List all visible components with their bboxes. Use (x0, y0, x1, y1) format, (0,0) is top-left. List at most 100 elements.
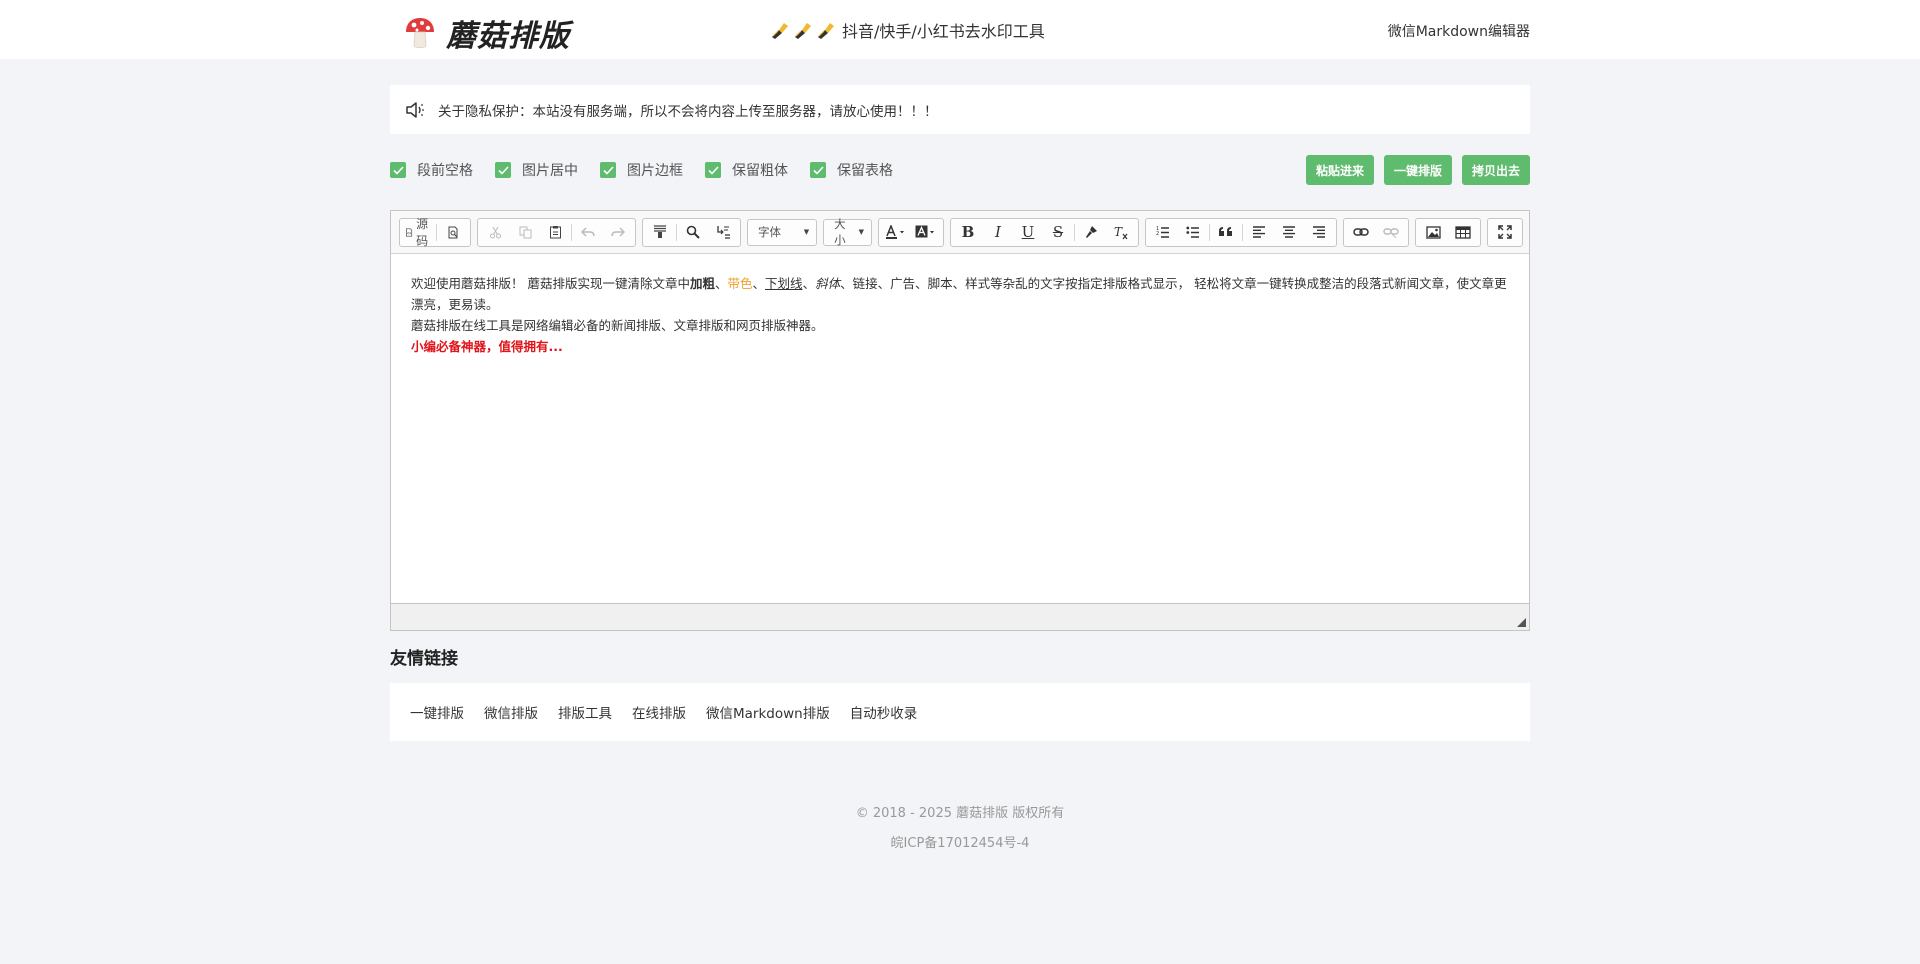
clear-format-icon: T (1114, 225, 1128, 239)
friend-link[interactable]: 微信排版 (484, 702, 538, 722)
link-button[interactable] (1346, 221, 1376, 244)
format-options: 段前空格 图片居中 图片边框 保留粗体 保留表格 (390, 160, 915, 180)
find-button[interactable] (678, 221, 708, 244)
svg-text:T: T (1114, 225, 1123, 239)
option-image-border[interactable]: 图片边框 (600, 160, 683, 180)
privacy-notice: 关于隐私保护：本站没有服务端，所以不会将内容上传至服务器，请放心使用！！！ (390, 85, 1530, 134)
paintbrush-icon (1086, 226, 1097, 238)
friend-link[interactable]: 排版工具 (558, 702, 612, 722)
logo-text: 蘑菇排版 (446, 19, 570, 54)
toolbar-separator (1242, 223, 1243, 241)
toolbar-group-colors (878, 217, 944, 247)
resize-handle-icon[interactable] (1517, 618, 1526, 627)
cut-button[interactable] (480, 221, 510, 244)
footer-icp-link[interactable]: 皖ICP备17012454号-4 (0, 832, 1920, 851)
numbered-list-icon: 12 (1156, 226, 1169, 238)
align-right-button[interactable] (1304, 221, 1334, 244)
friend-link[interactable]: 在线排版 (632, 702, 686, 722)
option-label: 图片边框 (627, 163, 683, 179)
check-icon[interactable] (810, 162, 826, 178)
source-button[interactable]: 源码 (402, 217, 435, 248)
undo-icon (581, 227, 595, 237)
option-indent[interactable]: 段前空格 (390, 160, 473, 180)
align-left-button[interactable] (1244, 221, 1274, 244)
check-icon[interactable] (705, 162, 721, 178)
unlink-button[interactable] (1376, 221, 1406, 244)
align-center-button[interactable] (1274, 221, 1304, 244)
paste-toolbar-button[interactable] (540, 221, 570, 244)
font-select-label: 字体 (758, 225, 782, 239)
clear-format-button[interactable]: T (1106, 221, 1136, 244)
image-button[interactable] (1418, 221, 1448, 244)
toolbar-group-view (1487, 217, 1523, 247)
blockquote-button[interactable] (1211, 221, 1241, 244)
maximize-button[interactable] (1490, 221, 1520, 244)
format-button[interactable]: 一键排版 (1383, 155, 1452, 185)
copy-button[interactable]: 拷贝出去 (1461, 155, 1530, 185)
caret-down-icon: ▼ (803, 228, 810, 236)
replace-button[interactable] (708, 221, 738, 244)
action-buttons: 粘贴进来 一键排版 拷贝出去 (1296, 155, 1530, 185)
toolbar-group-format: B I U S T (950, 217, 1139, 247)
content-underlined-text: 下划线 (765, 276, 803, 291)
align-right-icon (1313, 226, 1325, 238)
bold-button[interactable]: B (953, 221, 983, 244)
toolbar-group-source: 源码 (399, 217, 472, 248)
option-center-images[interactable]: 图片居中 (495, 160, 578, 180)
content-highlight: 小编必备神器，值得拥有... (411, 339, 563, 354)
markdown-editor-link[interactable]: 微信Markdown编辑器 (1388, 21, 1530, 41)
check-icon[interactable] (495, 162, 511, 178)
content-colored-text: 带色 (727, 276, 753, 291)
table-button[interactable] (1448, 221, 1478, 244)
background-color-button[interactable] (911, 221, 941, 244)
font-size-select[interactable]: 大小 ▼ (823, 217, 872, 247)
replace-icon (716, 226, 730, 239)
numbered-list-button[interactable]: 12 (1148, 221, 1178, 244)
copy-format-button[interactable] (510, 221, 540, 244)
quote-icon (1219, 227, 1232, 236)
strikethrough-button[interactable]: S (1043, 221, 1073, 244)
undo-button[interactable] (573, 221, 603, 244)
font-family-select[interactable]: 字体 ▼ (747, 218, 818, 246)
site-logo[interactable]: 蘑菇排版 (402, 11, 570, 55)
editor-statusbar (391, 603, 1529, 630)
editor-content[interactable]: 欢迎使用蘑菇排版！ 蘑菇排版实现一键清除文章中加粗、带色、下划线、斜体、链接、广… (391, 254, 1529, 603)
friend-link[interactable]: 微信Markdown排版 (706, 702, 830, 722)
check-icon[interactable] (600, 162, 616, 178)
rich-text-editor: 源码 字体 ▼ 大小 ▼ B I U S T 1 2 欢迎使用蘑菇排版！ 蘑菇排… (390, 210, 1530, 631)
bullet-list-button[interactable] (1178, 221, 1208, 244)
toolbar-separator (571, 223, 573, 241)
toolbar-separator (1209, 223, 1210, 241)
editor-toolbar: 源码 字体 ▼ 大小 ▼ B I U S T 1 2 (391, 211, 1529, 254)
watermark-tool-link[interactable]: 抖音/快手/小红书去水印工具 (770, 18, 1045, 42)
underline-button[interactable]: U (1013, 221, 1043, 244)
text-color-button[interactable] (881, 221, 911, 244)
clipboard-icon (549, 226, 561, 239)
italic-button[interactable]: I (983, 221, 1013, 244)
paste-text-button[interactable] (645, 221, 675, 244)
option-keep-tables[interactable]: 保留表格 (810, 160, 893, 180)
brush-icon (772, 23, 788, 39)
background-color-icon (915, 225, 934, 238)
redo-button[interactable] (603, 221, 633, 244)
content-text: 、 (715, 276, 728, 291)
content-italic-text: 斜体 (815, 276, 841, 291)
preview-icon (448, 226, 458, 238)
friend-link[interactable]: 自动秒收录 (850, 702, 918, 722)
content-paragraph: 蘑菇排版在线工具是网络编辑必备的新闻排版、文章排版和网页排版神器。 (411, 318, 824, 333)
format-painter-button[interactable] (1076, 221, 1106, 244)
toolbar-group-clipboard (477, 217, 637, 247)
toolbar-group-insert (1415, 217, 1481, 247)
source-icon (406, 227, 413, 237)
friend-link[interactable]: 一键排版 (410, 702, 464, 722)
preview-button[interactable] (438, 221, 468, 244)
option-keep-bold[interactable]: 保留粗体 (705, 160, 788, 180)
source-label: 源码 (416, 217, 429, 248)
toolbar-group-paragraph: 12 (1145, 217, 1337, 247)
check-icon[interactable] (390, 162, 406, 178)
notice-text: 关于隐私保护：本站没有服务端，所以不会将内容上传至服务器，请放心使用！！！ (438, 103, 938, 120)
option-label: 图片居中 (522, 163, 578, 179)
align-center-icon (1283, 226, 1295, 238)
paste-button[interactable]: 粘贴进来 (1305, 155, 1374, 185)
content-text: 、 (802, 276, 816, 291)
